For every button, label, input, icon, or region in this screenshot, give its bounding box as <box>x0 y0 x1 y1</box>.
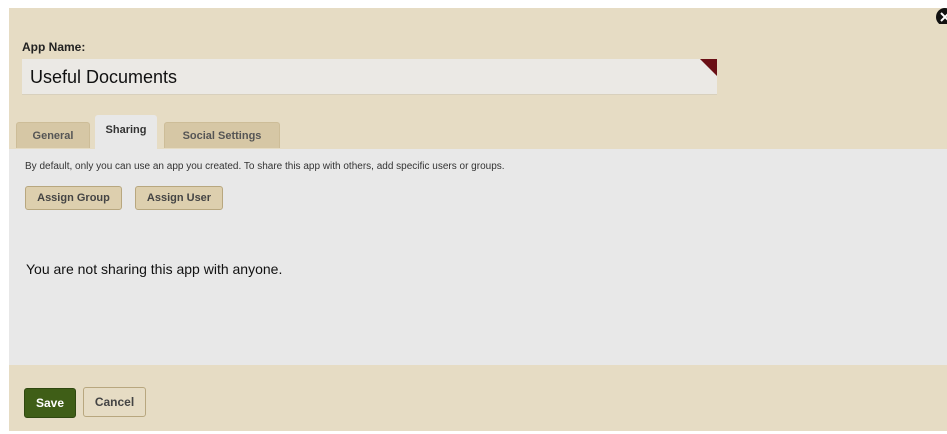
tab-general[interactable]: General <box>16 122 90 148</box>
close-icon[interactable] <box>935 8 947 24</box>
app-name-label: App Name: <box>22 40 86 54</box>
app-name-field[interactable]: Useful Documents <box>22 59 717 95</box>
sharing-empty-message: You are not sharing this app with anyone… <box>26 261 283 277</box>
assign-group-button[interactable]: Assign Group <box>25 186 122 210</box>
app-name-value: Useful Documents <box>30 67 178 87</box>
save-button[interactable]: Save <box>24 388 76 418</box>
app-settings-dialog: App Name: Useful Documents General Shari… <box>9 8 947 431</box>
tab-social-settings[interactable]: Social Settings <box>164 122 280 148</box>
required-marker-icon <box>700 59 717 76</box>
dialog-footer: Save Cancel <box>9 365 947 431</box>
cancel-button[interactable]: Cancel <box>83 387 146 417</box>
sharing-panel: By default, only you can use an app you … <box>9 149 947 365</box>
tab-sharing[interactable]: Sharing <box>95 115 157 149</box>
sharing-info-text: By default, only you can use an app you … <box>25 161 505 172</box>
assign-user-button[interactable]: Assign User <box>135 186 223 210</box>
